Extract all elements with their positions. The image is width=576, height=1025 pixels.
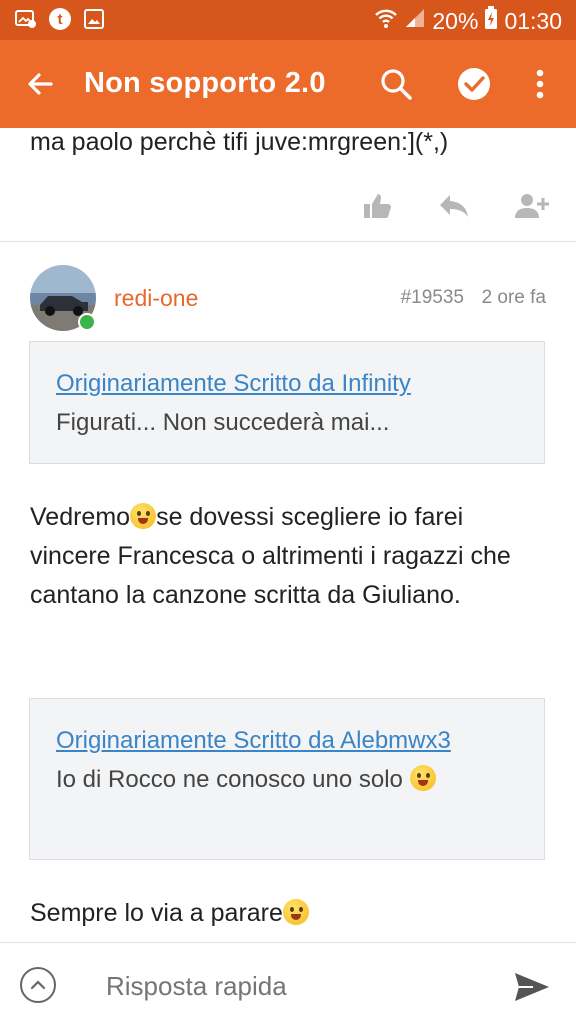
send-button[interactable] [510, 967, 554, 1007]
quick-reply-input[interactable] [106, 969, 486, 1003]
quick-reply-bar [0, 942, 576, 1025]
arrow-left-icon [28, 73, 53, 95]
quote-text-line: Io di Rocco ne conosco uno solo [56, 760, 518, 799]
quote-block: Originariamente Scritto da Infinity Figu… [29, 341, 545, 464]
post-body-segment: Sempre lo via a parare [30, 899, 283, 927]
tumblr-notification-icon: t [48, 7, 72, 31]
laughing-emoji-icon [409, 765, 436, 791]
quote-block: Originariamente Scritto da Alebmwx3 Io d… [29, 698, 545, 860]
mark-read-button[interactable] [452, 62, 496, 106]
check-circle-icon [458, 68, 490, 100]
thumbs-up-icon [364, 194, 391, 218]
wifi-icon [374, 7, 398, 35]
thread-title: Non sopporto 2.0 [84, 67, 326, 99]
post-username[interactable]: redi-one [114, 285, 198, 312]
post-time: 2 ore fa [481, 287, 546, 308]
svg-text:t: t [58, 11, 63, 28]
more-vert-icon [536, 69, 544, 99]
gallery-notification-icon [14, 7, 38, 31]
like-button[interactable] [357, 188, 397, 224]
search-icon [381, 69, 412, 100]
post-number[interactable]: #19535 [401, 287, 464, 309]
signal-icon [404, 7, 426, 35]
quote-source-link[interactable]: Originariamente Scritto da Infinity [56, 364, 518, 403]
quote-source-link[interactable]: Originariamente Scritto da Alebmwx3 [56, 721, 518, 760]
post-body-segment: Vedremo [30, 503, 131, 531]
quote-text: Io di Rocco ne conosco uno solo [56, 766, 403, 793]
expand-reply-button[interactable] [20, 967, 56, 1003]
reply-button[interactable] [434, 188, 474, 224]
post-divider [0, 241, 576, 242]
chevron-up-icon [30, 980, 46, 990]
reply-icon [440, 195, 468, 217]
add-user-icon [515, 194, 549, 218]
back-button[interactable] [18, 62, 62, 106]
search-button[interactable] [374, 62, 418, 106]
post-body-text: Vedremo se dovessi scegliere io farei vin… [30, 498, 540, 615]
battery-charging-icon [484, 6, 498, 36]
app-bar: Non sopporto 2.0 [0, 40, 576, 128]
send-icon [515, 973, 549, 1001]
tongue-emoji-icon [282, 899, 309, 925]
more-options-button[interactable] [518, 62, 562, 106]
image-notification-icon [82, 7, 106, 31]
online-status-dot [78, 313, 96, 331]
tongue-emoji-icon [130, 503, 157, 529]
post-body-text: Sempre lo via a parare [30, 894, 540, 933]
clock: 01:30 [504, 7, 562, 34]
status-bar: t 20% 01:30 [0, 0, 576, 40]
follow-user-button[interactable] [512, 188, 552, 224]
battery-percentage: 20% [432, 7, 479, 34]
previous-post-text: ma paolo perchè tifi juve:mrgreen:](*,) [30, 128, 449, 156]
quote-text: Figurati... Non succederà mai... [56, 409, 390, 436]
